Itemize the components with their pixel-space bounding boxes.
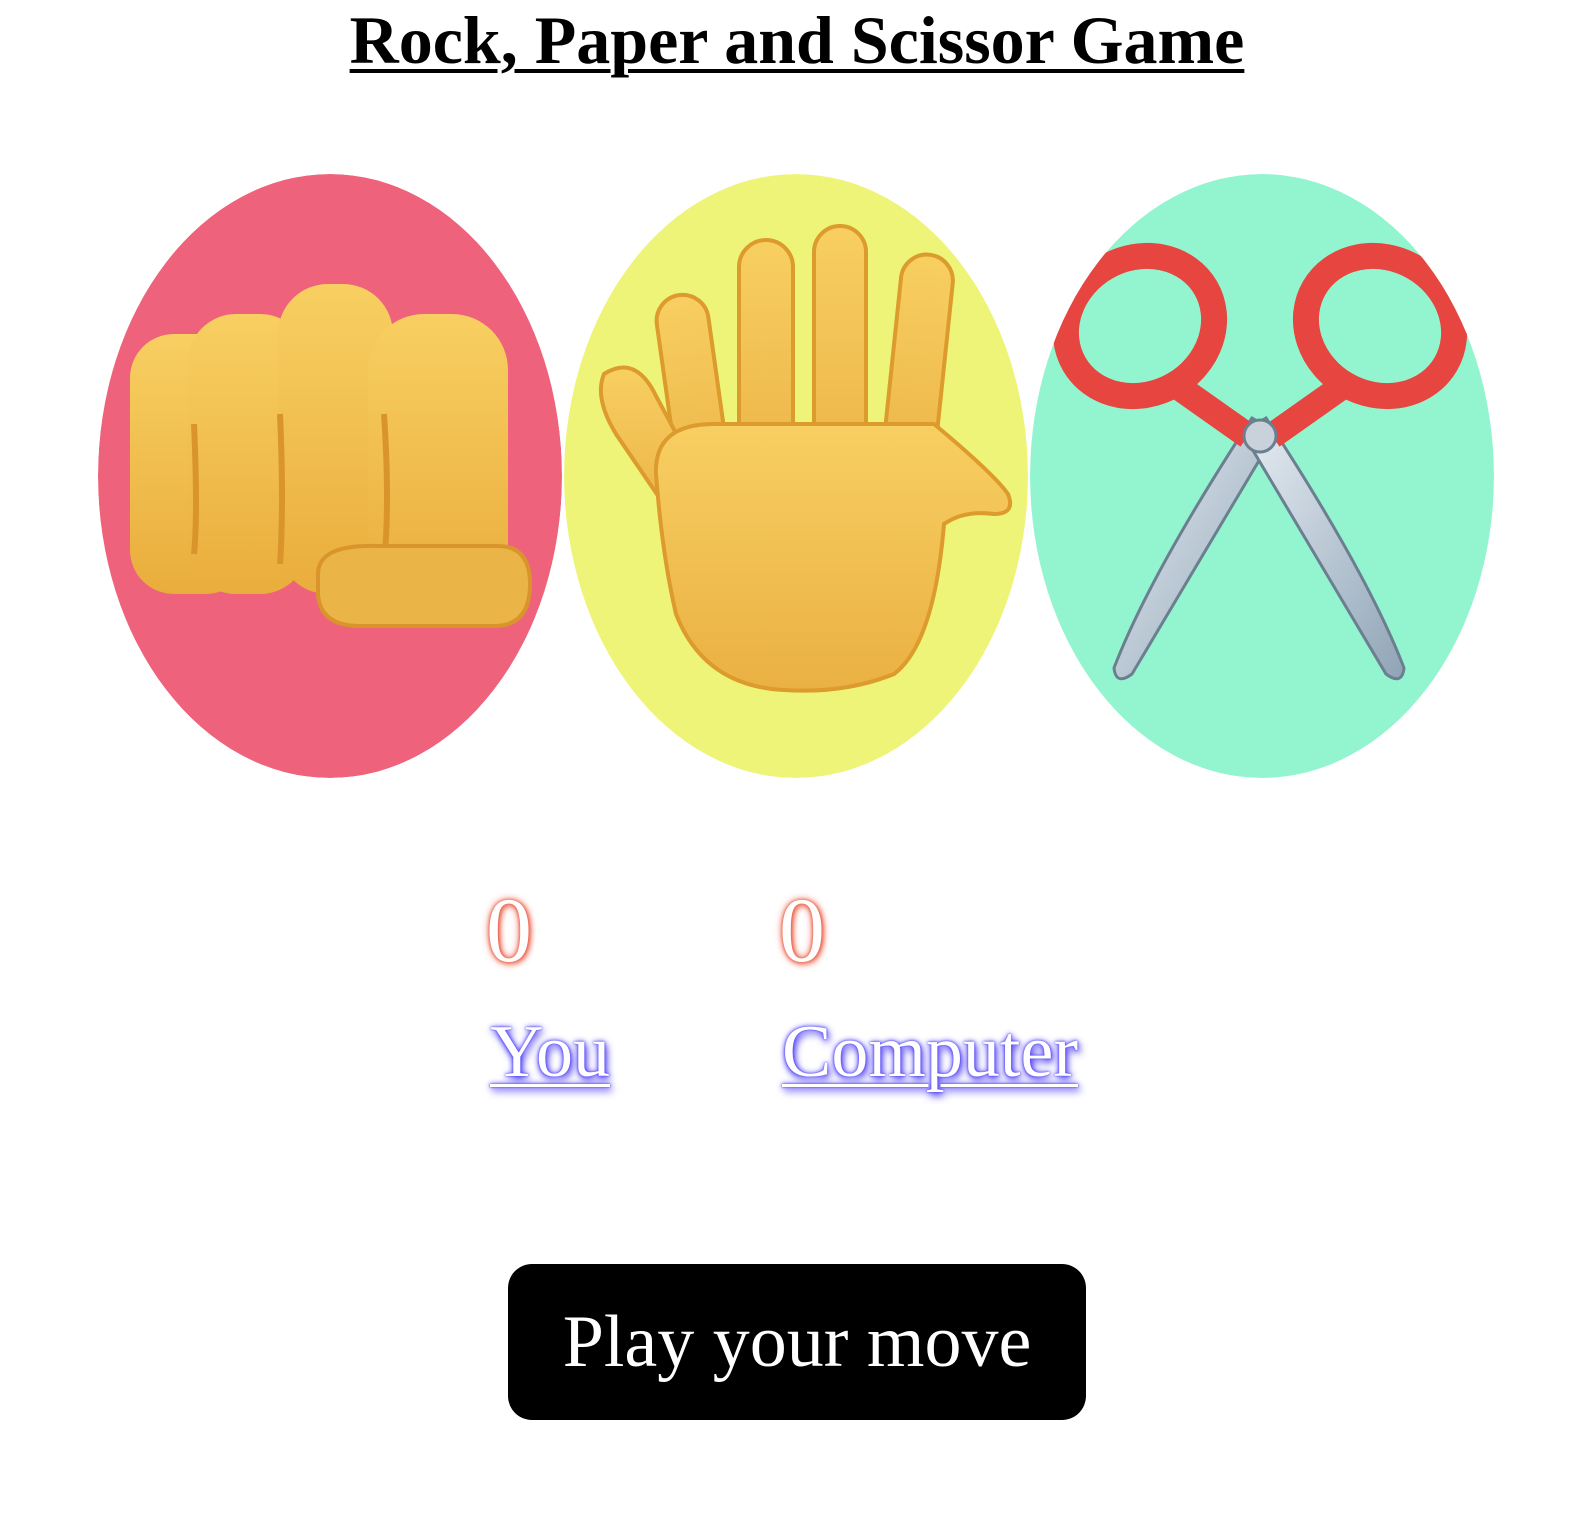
computer-score: 0 [779,879,825,981]
fist-icon [98,174,562,778]
status-message: Play your move [508,1264,1086,1420]
scissors-choice[interactable] [1030,174,1494,778]
raised-hand-icon [564,174,1028,778]
user-score: 0 [486,879,532,981]
game-title: Rock, Paper and Scissor Game [349,2,1245,78]
paper-choice[interactable] [564,174,1028,778]
computer-label: Computer [782,1011,1078,1093]
scissors-icon [1030,174,1494,778]
user-label: You [490,1011,611,1093]
rock-choice[interactable] [98,174,562,778]
